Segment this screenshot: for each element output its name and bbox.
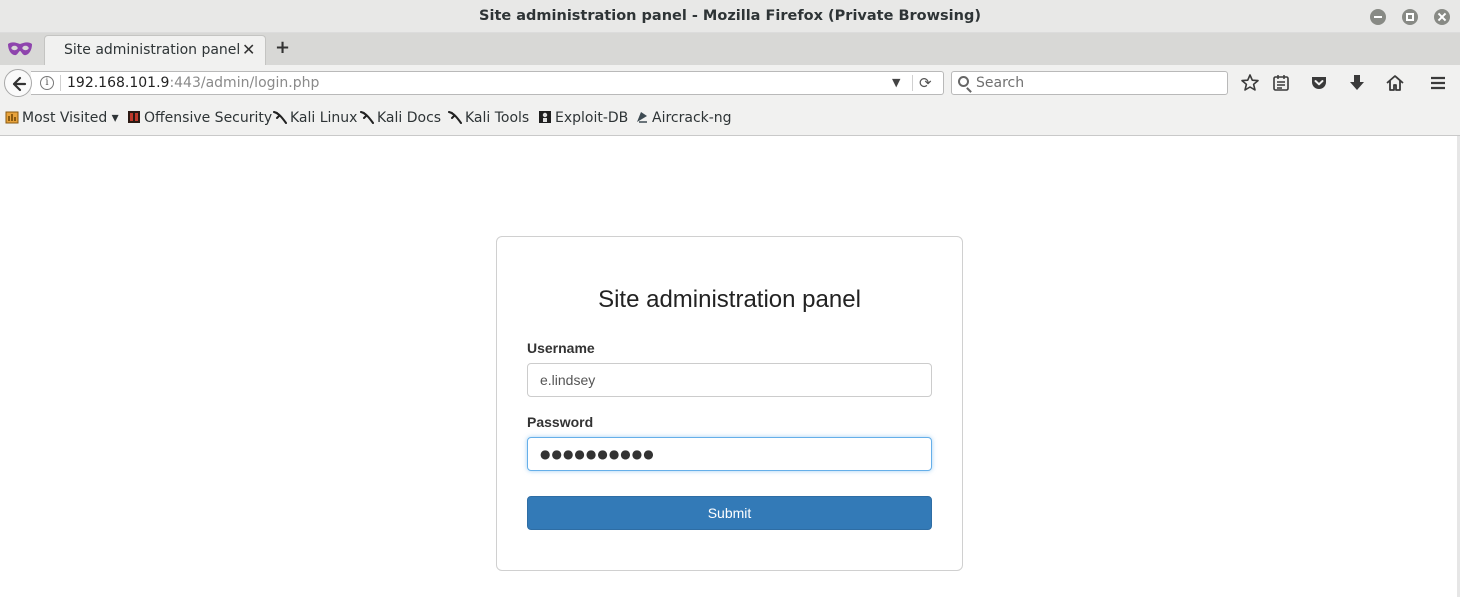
- bookmark-aircrack-ng[interactable]: Aircrack-ng: [635, 110, 732, 126]
- search-icon: [958, 76, 969, 87]
- url-bar[interactable]: i 192.168.101.9:443/admin/login.php ▼ ⟳: [31, 71, 944, 95]
- tab-bar: Site administration panel ✕ +: [0, 33, 1460, 65]
- bookmark-label: Kali Docs: [377, 110, 442, 126]
- url-separator: [60, 75, 61, 91]
- offsec-icon: [128, 111, 140, 123]
- bookmark-label: Kali Linux: [290, 110, 358, 126]
- maximize-button[interactable]: [1402, 9, 1418, 25]
- password-field[interactable]: ●●●●●●●●●●: [527, 437, 932, 471]
- star-icon[interactable]: [1240, 73, 1260, 93]
- bookmark-exploit-db[interactable]: Exploit-DB: [538, 110, 628, 126]
- submit-button[interactable]: Submit: [527, 496, 932, 530]
- reading-list-icon[interactable]: [1271, 73, 1291, 93]
- bookmark-label: Exploit-DB: [555, 110, 629, 126]
- bookmark-most-visited[interactable]: Most Visited ▾: [5, 110, 119, 126]
- back-button[interactable]: [4, 69, 32, 97]
- tab-close-icon[interactable]: ✕: [242, 40, 255, 59]
- bookmark-label: Aircrack-ng: [652, 110, 732, 126]
- bookmarks-toolbar: Most Visited ▾ Offensive Security Kali L…: [0, 101, 1460, 136]
- back-arrow-icon: [12, 76, 27, 92]
- tab-site-administration-panel[interactable]: Site administration panel ✕: [44, 35, 266, 65]
- navigation-bar: i 192.168.101.9:443/admin/login.php ▼ ⟳: [0, 65, 1460, 101]
- bookmark-label: Offensive Security: [144, 110, 273, 126]
- bookmark-offensive-security[interactable]: Offensive Security: [127, 110, 272, 126]
- url-dropdown-icon[interactable]: ▼: [892, 76, 900, 89]
- kali-dragon-icon: [273, 111, 287, 124]
- password-label: Password: [527, 414, 594, 430]
- search-bar[interactable]: [951, 71, 1228, 95]
- site-info-icon[interactable]: i: [40, 76, 54, 90]
- window-titlebar: Site administration panel - Mozilla Fire…: [0, 0, 1460, 33]
- kali-dragon-icon: [360, 111, 374, 124]
- window-title: Site administration panel - Mozilla Fire…: [479, 8, 981, 24]
- url-path: :443/admin/login.php: [169, 75, 320, 91]
- minimize-button[interactable]: [1370, 9, 1386, 25]
- page-title: Site administration panel: [598, 286, 861, 313]
- url-separator: [912, 75, 913, 91]
- bookmark-label: Most Visited ▾: [22, 110, 119, 126]
- url-host: 192.168.101.9: [67, 75, 170, 91]
- page-content: Site administration panel Username Passw…: [0, 136, 1460, 597]
- login-panel: Site administration panel Username Passw…: [496, 236, 963, 571]
- kali-dragon-icon: [448, 111, 462, 124]
- close-window-button[interactable]: [1434, 9, 1450, 25]
- tab-label: Site administration panel: [64, 42, 241, 58]
- bookmark-kali-docs[interactable]: Kali Docs: [360, 110, 441, 126]
- bookmark-kali-tools[interactable]: Kali Tools: [448, 110, 529, 126]
- exploit-db-icon: [539, 111, 551, 123]
- username-field[interactable]: [527, 363, 932, 397]
- download-icon[interactable]: [1347, 73, 1367, 93]
- bookmark-kali-linux[interactable]: Kali Linux: [273, 110, 357, 126]
- url-text[interactable]: 192.168.101.9:443/admin/login.php: [67, 75, 319, 91]
- search-input[interactable]: [976, 74, 1221, 92]
- pocket-icon[interactable]: [1309, 73, 1329, 93]
- username-label: Username: [527, 340, 595, 356]
- menu-icon[interactable]: [1428, 73, 1448, 93]
- bookmark-label: Kali Tools: [465, 110, 530, 126]
- new-tab-button[interactable]: +: [275, 37, 290, 58]
- most-visited-icon: [5, 111, 19, 124]
- private-browsing-mask-icon: [8, 42, 32, 56]
- home-icon[interactable]: [1385, 73, 1405, 93]
- reload-icon[interactable]: ⟳: [919, 74, 932, 92]
- aircrack-icon: [637, 112, 647, 123]
